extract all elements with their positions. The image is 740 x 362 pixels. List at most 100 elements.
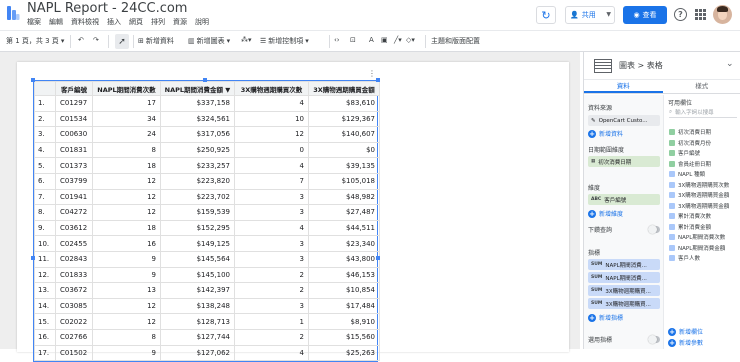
add-parameter-link[interactable]: +新增參數 <box>668 338 703 347</box>
available-field[interactable]: NAPL期間消費金額 <box>669 244 725 252</box>
date-dimension-chip[interactable]: ▦初次消費日期 <box>588 156 660 167</box>
theme-layout-button[interactable]: 主題和版面配置 <box>431 36 480 46</box>
view-button[interactable]: ◉ 查看 <box>623 6 667 24</box>
header-customer-id[interactable]: 客戶編號 <box>56 82 93 96</box>
table-row[interactable]: 16.C027668$127,7442$15,560 <box>35 329 380 345</box>
select-cursor-icon[interactable]: ➚ <box>115 34 129 49</box>
dimension-field-icon <box>669 161 675 167</box>
table-row[interactable]: 9.C0361218$152,2954$44,511 <box>35 220 380 236</box>
available-field[interactable]: 3X購物週期購買金額 <box>669 191 729 199</box>
url-embed-icon[interactable]: ⊡ <box>350 36 356 44</box>
resize-handle[interactable] <box>31 256 35 260</box>
available-field[interactable]: 累計消費次數 <box>669 212 711 220</box>
menu-resource[interactable]: 資源 <box>173 17 187 27</box>
resize-handle[interactable] <box>376 256 380 260</box>
table-cell: 3 <box>235 236 309 252</box>
menu-help[interactable]: 說明 <box>195 17 209 27</box>
table-row[interactable]: 13.C0367213$142,3972$10,854 <box>35 283 380 299</box>
available-field[interactable]: 3X購物週期購買金額 <box>669 202 729 210</box>
apps-grid-icon[interactable] <box>695 9 706 20</box>
share-dropdown-icon[interactable]: ▼ <box>606 11 611 18</box>
tab-data[interactable]: 資料 <box>584 80 663 93</box>
table-row[interactable]: 14.C0308512$138,2483$17,484 <box>35 298 380 314</box>
avatar[interactable] <box>713 5 732 24</box>
pencil-icon[interactable]: ✎ <box>591 118 596 124</box>
table-cell: 4 <box>235 96 309 112</box>
add-dimension-link[interactable]: +新增維度 <box>588 209 623 218</box>
undo-icon[interactable]: ↶ <box>78 36 84 44</box>
available-field[interactable]: 累計消費金額 <box>669 223 711 231</box>
refresh-button[interactable]: ↻ <box>536 6 556 24</box>
redo-icon[interactable]: ↷ <box>93 36 99 44</box>
available-field[interactable]: NAPL 種類 <box>669 170 705 178</box>
help-icon[interactable]: ? <box>674 8 687 21</box>
drilldown-label: 下鑽查詢 <box>588 225 612 234</box>
menu-file[interactable]: 檔案 <box>27 17 41 27</box>
menu-insert[interactable]: 插入 <box>107 17 121 27</box>
embed-code-icon[interactable]: ‹› <box>334 36 340 44</box>
table-row[interactable]: 6.C0379912$223,8207$105,018 <box>35 173 380 189</box>
menu-edit[interactable]: 編輯 <box>49 17 63 27</box>
metric-chip[interactable]: SUMNAPL期間消費... <box>588 259 660 270</box>
add-data-link[interactable]: +新增資料 <box>588 129 623 138</box>
table-row[interactable]: 17.C015029$127,0624$25,263 <box>35 345 380 361</box>
page-selector[interactable]: 第 1 頁，共 3 頁▾ <box>6 36 64 46</box>
resize-handle[interactable] <box>31 78 35 82</box>
available-field[interactable]: 初次消費月份 <box>669 139 711 147</box>
table-row[interactable]: 4.C018318$250,9250$0 <box>35 142 380 158</box>
available-field[interactable]: 3X購物週期購買次數 <box>669 181 729 189</box>
community-viz-icon[interactable]: ⁂▾ <box>241 36 252 44</box>
table-cell: $145,100 <box>161 267 235 283</box>
table-row[interactable]: 2.C0153434$324,56110$129,367 <box>35 111 380 127</box>
menu-page[interactable]: 網頁 <box>129 17 143 27</box>
table-row[interactable]: 3.C0063024$317,05612$140,607 <box>35 127 380 143</box>
add-field-link[interactable]: +新增欄位 <box>668 327 703 336</box>
available-field[interactable]: 客戶人數 <box>669 254 700 262</box>
header-3x-count[interactable]: 3X購物週期購買次數 <box>235 82 309 96</box>
optional-metrics-toggle[interactable] <box>648 336 660 343</box>
available-field[interactable]: 初次消費日期 <box>669 128 711 136</box>
metric-chip[interactable]: SUM3X購物週期購買... <box>588 285 660 296</box>
report-title[interactable]: NAPL Report - 24CC.com <box>27 1 187 16</box>
add-chart-button[interactable]: ▥新增圖表▾ <box>188 36 230 46</box>
image-icon[interactable]: ▣ <box>381 36 388 44</box>
table-row[interactable]: 10.C0245516$149,1253$23,340 <box>35 236 380 252</box>
line-icon[interactable]: ╱▾ <box>394 36 402 44</box>
table-row[interactable]: 15.C0202212$128,7131$8,910 <box>35 314 380 330</box>
add-control-button[interactable]: ☰新增控制項▾ <box>260 36 309 46</box>
table-cell: C01502 <box>56 345 93 361</box>
table-row[interactable]: 5.C0137318$233,2574$39,135 <box>35 158 380 174</box>
metric-field-icon <box>669 255 675 261</box>
metric-chip[interactable]: SUM3X購物週期購買... <box>588 298 660 309</box>
chevron-down-icon[interactable]: ⌄ <box>726 59 734 69</box>
table-chart[interactable]: 客戶編號 NAPL期間消費次數 NAPL期間消費金額 ▼ 3X購物週期購買次數 … <box>33 80 378 362</box>
table-row[interactable]: 8.C0427212$159,5393$27,487 <box>35 205 380 221</box>
more-vert-icon[interactable]: ⋮ <box>368 69 376 78</box>
field-search-input[interactable]: ⌕輸入字詞以搜尋 <box>669 107 737 118</box>
share-button[interactable]: 👤 共用 ▼ <box>565 6 615 24</box>
data-source-chip[interactable]: ✎OpenCart Custo... <box>588 115 660 126</box>
drilldown-toggle[interactable] <box>648 226 660 233</box>
add-data-button[interactable]: ⊞新增資料 <box>138 36 174 46</box>
menu-arrange[interactable]: 排列 <box>151 17 165 27</box>
table-cell: C04272 <box>56 205 93 221</box>
available-field[interactable]: 會員註冊日期 <box>669 160 711 168</box>
dimension-chip[interactable]: ABC客戶編號 <box>588 194 660 205</box>
text-icon[interactable]: A <box>369 36 374 44</box>
available-field[interactable]: 客戶編號 <box>669 149 700 157</box>
tab-style[interactable]: 樣式 <box>663 80 740 93</box>
add-metric-link[interactable]: +新增指標 <box>588 313 623 322</box>
menu-view[interactable]: 資料檢視 <box>71 17 99 27</box>
resize-handle[interactable] <box>376 78 380 82</box>
resize-handle[interactable] <box>203 78 207 82</box>
header-napl-amount[interactable]: NAPL期間消費金額 ▼ <box>161 82 235 96</box>
table-row[interactable]: 12.C018339$145,1002$46,153 <box>35 267 380 283</box>
header-3x-amount[interactable]: 3X購物週期購買金額 <box>309 82 380 96</box>
shape-icon[interactable]: ◇▾ <box>406 36 415 44</box>
metric-chip[interactable]: SUMNAPL期間消費... <box>588 272 660 283</box>
header-napl-count[interactable]: NAPL期間消費次數 <box>93 82 161 96</box>
available-field[interactable]: NAPL期間消費次數 <box>669 233 725 241</box>
table-row[interactable]: 11.C028439$145,5643$43,800 <box>35 251 380 267</box>
table-row[interactable]: 1.C0129717$337,1584$83,610 <box>35 96 380 112</box>
table-row[interactable]: 7.C0194112$223,7023$48,982 <box>35 189 380 205</box>
